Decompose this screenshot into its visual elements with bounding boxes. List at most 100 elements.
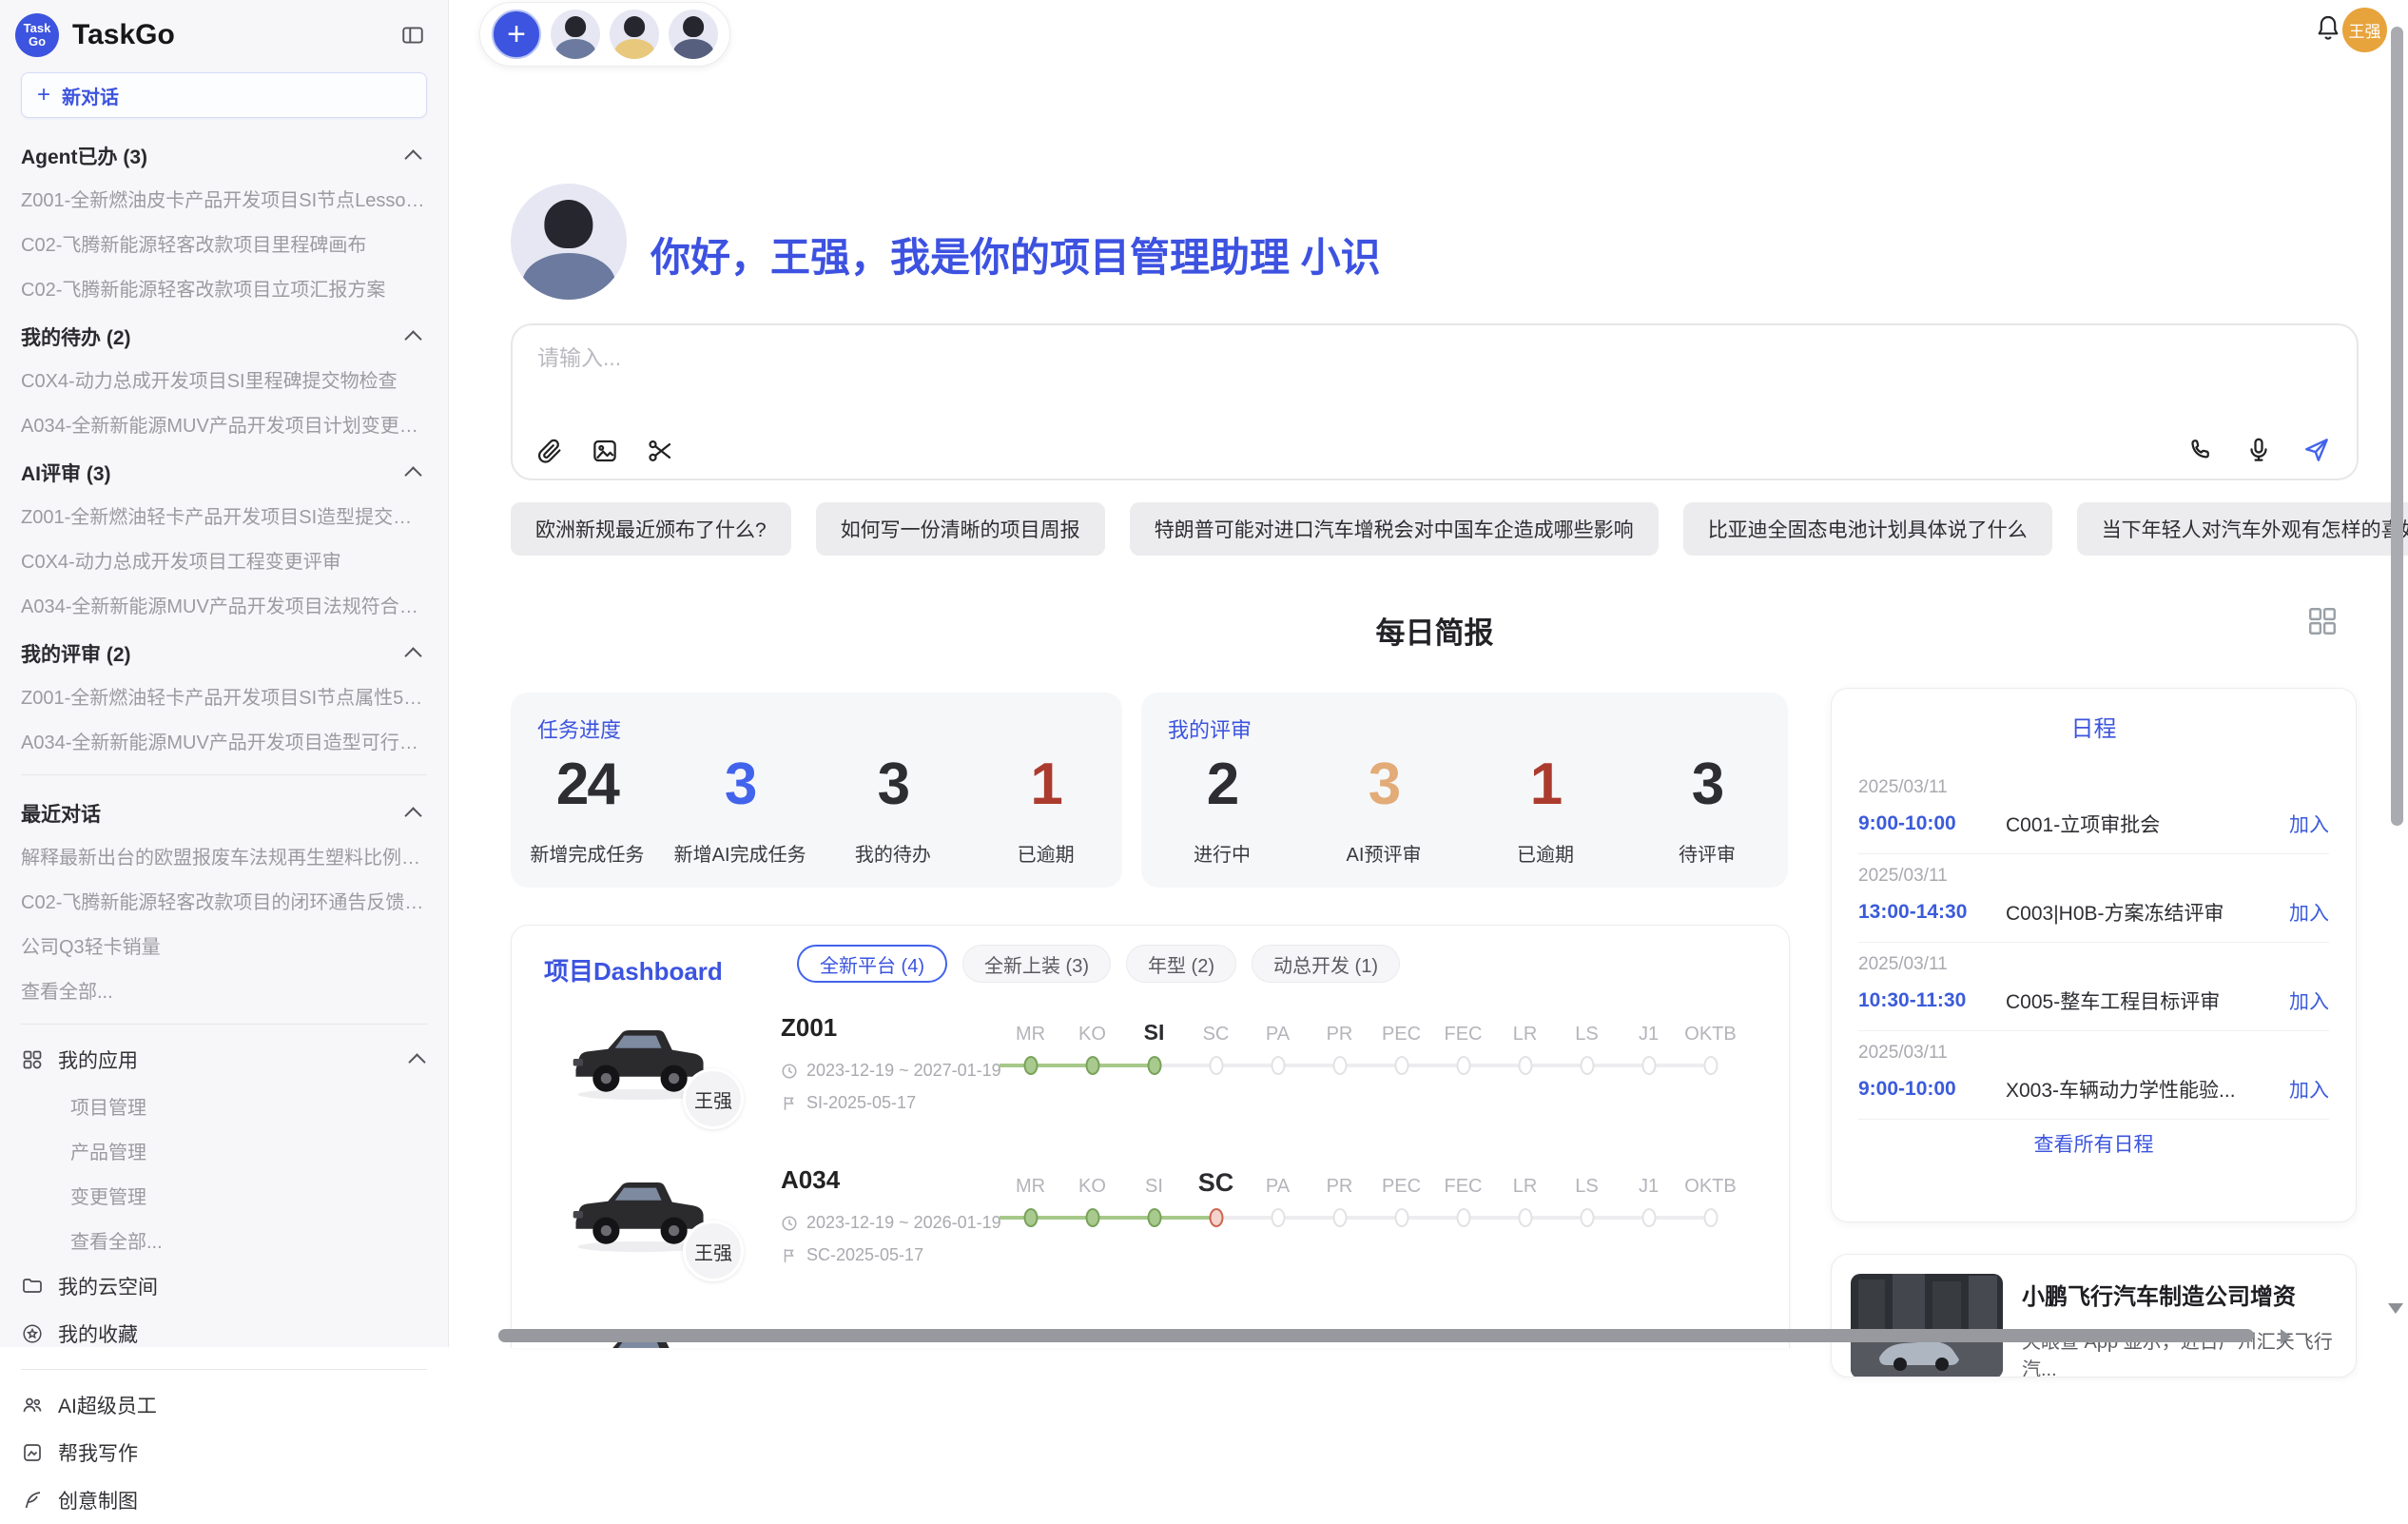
suggestion-chip[interactable]: 欧洲新规最近颁布了什么? (511, 502, 791, 556)
milestone: KO (1061, 1015, 1123, 1082)
tab-powertrain[interactable]: 动总开发 (1) (1252, 945, 1400, 983)
group-ai-review[interactable]: AI评审 (3) (21, 446, 427, 493)
flag-icon (781, 1247, 798, 1264)
project-row[interactable]: 王强 A034 2023-12-19 ~ 2026-01-19 SC-2025-… (512, 1152, 1789, 1304)
stat-overdue: 1 已逾期 (969, 752, 1122, 888)
sidebar-app-item[interactable]: 项目管理 (21, 1084, 427, 1128)
sidebar-item-help-write[interactable]: 帮我写作 (21, 1429, 427, 1476)
suggestion-chip[interactable]: 特朗普可能对进口汽车增税会对中国车企造成哪些影响 (1130, 502, 1659, 556)
phone-icon[interactable] (2187, 436, 2216, 464)
group-my-todo[interactable]: 我的待办 (2) (21, 310, 427, 357)
vertical-scrollbar[interactable] (2391, 27, 2403, 826)
chevron-up-icon[interactable] (404, 149, 421, 166)
sidebar-chat-item[interactable]: 解释最新出台的欧盟报废车法规再生塑料比例被调至15%... (21, 833, 427, 878)
group-my-review[interactable]: 我的评审 (2) (21, 627, 427, 674)
sidebar-collapse-icon[interactable] (397, 19, 429, 51)
milestone: PEC (1370, 1167, 1432, 1234)
chat-input[interactable] (535, 344, 1871, 372)
attachment-icon[interactable] (535, 437, 564, 465)
scissors-icon[interactable] (646, 437, 674, 465)
tab-new-body[interactable]: 全新上装 (3) (962, 945, 1111, 983)
sidebar-task-item[interactable]: A034-全新新能源MUV产品开发项目法规符合性评审 (21, 582, 427, 627)
milestone-dot (1147, 1208, 1161, 1227)
stat-pending-review: 3 待评审 (1626, 752, 1788, 888)
schedule-date: 2025/03/11 (1858, 866, 2329, 887)
milestone-dot (1580, 1208, 1594, 1227)
tab-new-platform[interactable]: 全新平台 (4) (797, 945, 947, 983)
milestone-dot (1394, 1056, 1408, 1075)
tab-year-model[interactable]: 年型 (2) (1126, 945, 1236, 983)
briefing-layout-icon[interactable] (2306, 605, 2339, 637)
suggestion-chip[interactable]: 如何写一份清晰的项目周报 (816, 502, 1105, 556)
sidebar-app-item[interactable]: 变更管理 (21, 1173, 427, 1218)
sidebar-item-cloud-space[interactable]: 我的云空间 (21, 1262, 427, 1310)
milestone: SI (1123, 1167, 1185, 1234)
chevron-up-icon[interactable] (404, 807, 421, 824)
sidebar-chat-item[interactable]: C02-飞腾新能源轻客改款项目的闭环通告反馈情况 (21, 878, 427, 923)
send-icon[interactable] (2301, 435, 2332, 465)
sidebar-task-item[interactable]: A034-全新新能源MUV产品开发项目计划变更表编写 (21, 401, 427, 446)
news-card[interactable]: 小鹏飞行汽车制造公司增资 天眼查 App 显示，近日广州汇天飞行汽... (1831, 1254, 2357, 1377)
schedule-name: C001-立项审批会 (2006, 810, 2289, 838)
suggestion-chip[interactable]: 当下年轻人对汽车外观有怎样的喜好趋势 (2077, 502, 2408, 556)
milestone: PA (1247, 1015, 1309, 1082)
agent-avatar-2[interactable] (610, 10, 659, 59)
join-link[interactable]: 加入 (2289, 1075, 2329, 1104)
milestone-dot (1271, 1208, 1285, 1227)
sidebar-item-creative-draw[interactable]: 创意制图 (21, 1476, 427, 1524)
milestone-dot (1023, 1056, 1038, 1075)
chevron-up-icon[interactable] (408, 1053, 425, 1070)
notification-bell-icon[interactable] (2313, 13, 2343, 44)
user-avatar[interactable]: 王强 (2342, 8, 2387, 52)
milestone: PR (1309, 1167, 1370, 1234)
sidebar-task-item[interactable]: C02-飞腾新能源轻客改款项目立项汇报方案 (21, 265, 427, 310)
sidebar-task-item[interactable]: A034-全新新能源MUV产品开发项目造型可行性评审 (21, 718, 427, 763)
ai-employee-label: AI超级员工 (58, 1391, 157, 1419)
sidebar-item-ai-employee[interactable]: AI超级员工 (21, 1381, 427, 1429)
chevron-up-icon[interactable] (404, 647, 421, 664)
add-agent-button[interactable]: + (492, 10, 541, 59)
sidebar-task-item[interactable]: C0X4-动力总成开发项目工程变更评审 (21, 537, 427, 582)
sidebar-task-item[interactable]: Z001-全新燃油轻卡产品开发项目SI造型提交物评审 (21, 493, 427, 537)
group-recent-chats[interactable]: 最近对话 (21, 787, 427, 833)
microphone-icon[interactable] (2244, 436, 2273, 464)
stat-my-todo: 3 我的待办 (817, 752, 970, 888)
image-icon[interactable] (591, 437, 619, 465)
suggestion-chip[interactable]: 比亚迪全固态电池计划具体说了什么 (1683, 502, 2052, 556)
scroll-down-arrow-icon[interactable] (2388, 1303, 2403, 1314)
sidebar-app-item[interactable]: 查看全部... (21, 1218, 427, 1262)
milestone-dot (1085, 1208, 1099, 1227)
chevron-up-icon[interactable] (404, 330, 421, 347)
sidebar-list: Agent已办 (3) Z001-全新燃油皮卡产品开发项目SI节点Lesson … (0, 129, 448, 1524)
agent-avatar-1[interactable] (551, 10, 600, 59)
scroll-right-arrow-icon[interactable] (2281, 1329, 2291, 1344)
schedule-item: 2025/03/11 13:00-14:30 C003|H0B-方案冻结评审 加… (1858, 854, 2329, 943)
sidebar-item-favorites[interactable]: 我的收藏 (21, 1310, 427, 1358)
card-title: 任务进度 (537, 713, 621, 744)
horizontal-scrollbar[interactable] (498, 1329, 2254, 1342)
agent-avatar-3[interactable] (669, 10, 718, 59)
view-all-schedule-link[interactable]: 查看所有日程 (1858, 1120, 2329, 1158)
group-agent-done[interactable]: Agent已办 (3) (21, 129, 427, 176)
sidebar-chat-item[interactable]: 查看全部... (21, 967, 427, 1012)
project-dates: 2023-12-19 ~ 2027-01-19 (781, 1061, 1001, 1081)
sidebar-item-my-apps[interactable]: 我的应用 (21, 1036, 427, 1084)
project-row[interactable]: 王强 Z001 2023-12-19 ~ 2027-01-19 SI-2025-… (512, 1000, 1789, 1152)
sidebar-app-item[interactable]: 产品管理 (21, 1128, 427, 1173)
join-link[interactable]: 加入 (2289, 987, 2329, 1015)
greeting-text: 你好，王强，我是你的项目管理助理 小识 (651, 225, 1381, 283)
sidebar-task-item[interactable]: Z001-全新燃油轻卡产品开发项目SI节点属性5D文件评审 (21, 674, 427, 718)
sidebar-task-item[interactable]: C0X4-动力总成开发项目SI里程碑提交物检查 (21, 357, 427, 401)
people-icon (21, 1394, 44, 1417)
group-title: Agent已办 (3) (21, 142, 147, 170)
join-link[interactable]: 加入 (2289, 810, 2329, 838)
new-chat-button[interactable]: + 新对话 (21, 72, 427, 118)
new-chat-label: 新对话 (62, 82, 119, 109)
chevron-up-icon[interactable] (404, 466, 421, 483)
sidebar-task-item[interactable]: C02-飞腾新能源轻客改款项目里程碑画布 (21, 221, 427, 265)
dashboard-tabs: 全新平台 (4) 全新上装 (3) 年型 (2) 动总开发 (1) (797, 945, 1400, 983)
sidebar-chat-item[interactable]: 公司Q3轻卡销量 (21, 923, 427, 967)
schedule-date: 2025/03/11 (1858, 1043, 2329, 1064)
join-link[interactable]: 加入 (2289, 898, 2329, 927)
sidebar-task-item[interactable]: Z001-全新燃油皮卡产品开发项目SI节点Lesson Learn报告 (21, 176, 427, 221)
